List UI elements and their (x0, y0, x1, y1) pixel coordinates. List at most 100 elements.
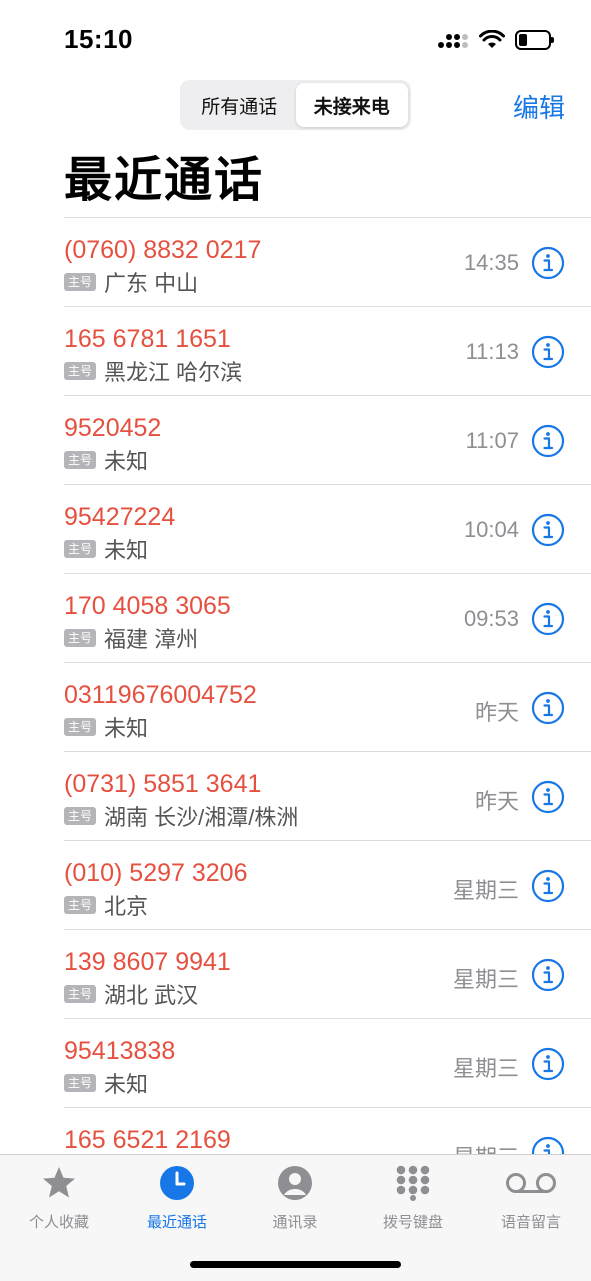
info-icon[interactable] (531, 1136, 565, 1155)
phone-number: 95413838 (64, 1037, 176, 1065)
call-subtitle: 主号 未知 (64, 444, 148, 476)
call-time: 星期三 (452, 878, 519, 903)
segment-missed-calls[interactable]: 未接来电 (295, 83, 408, 127)
phone-number: (010) 5297 3206 (64, 859, 248, 887)
segment-all-calls[interactable]: 所有通话 (183, 83, 296, 127)
battery-icon (515, 30, 554, 50)
tab-label: 最近通话 (146, 1214, 207, 1231)
info-icon[interactable] (531, 1047, 565, 1081)
caller-location: 湖北 武汉 (104, 983, 199, 1008)
primary-line-badge: 主号 (64, 629, 97, 647)
primary-line-badge: 主号 (64, 1074, 97, 1092)
call-row[interactable]: 95427224 主号 未知 10:04 (64, 485, 591, 574)
call-subtitle: 主号 未知 (64, 711, 148, 743)
caller-location: 湖南 长沙/湘潭/株洲 (104, 805, 299, 830)
call-time: 昨天 (474, 700, 519, 725)
call-row[interactable]: 165 6521 2169 主号 星期三 (64, 1108, 591, 1155)
caller-location: 未知 (104, 716, 149, 741)
info-icon[interactable] (531, 602, 565, 636)
call-time: 14:35 (463, 250, 519, 275)
call-row[interactable]: (010) 5297 3206 主号 北京 星期三 (64, 841, 591, 930)
home-indicator (190, 1261, 401, 1268)
call-time: 星期三 (453, 1140, 519, 1155)
call-row[interactable]: (0731) 5851 3641 主号 湖南 长沙/湘潭/株洲 昨天 (64, 752, 591, 841)
info-icon[interactable] (531, 869, 565, 903)
phone-number: 139 8607 9941 (64, 948, 231, 976)
primary-line-badge: 主号 (64, 273, 97, 291)
call-subtitle: 主号 黑龙江 哈尔滨 (64, 355, 242, 387)
call-subtitle: 主号 湖南 长沙/湘潭/株洲 (64, 800, 298, 832)
contacts-icon (278, 1166, 312, 1200)
caller-location: 未知 (104, 1072, 149, 1097)
tab-recents[interactable]: 最近通话 (118, 1155, 236, 1245)
info-icon[interactable] (531, 780, 565, 814)
call-row[interactable]: (0760) 8832 0217 主号 广东 中山 14:35 (64, 218, 591, 307)
call-subtitle: 主号 广东 中山 (64, 266, 198, 298)
primary-line-badge: 主号 (64, 896, 97, 914)
voicemail-icon (506, 1173, 556, 1193)
info-icon[interactable] (531, 513, 565, 547)
tab-label: 语音留言 (500, 1214, 561, 1231)
caller-location: 未知 (104, 449, 149, 474)
phone-number: 03119676004752 (64, 681, 257, 709)
call-filter-segmented-control: 所有通话 未接来电 (180, 80, 411, 130)
primary-line-badge: 主号 (64, 807, 97, 825)
caller-location: 福建 漳州 (104, 627, 199, 652)
recent-calls-list: (0760) 8832 0217 主号 广东 中山 14:35 165 6781… (64, 217, 591, 1155)
primary-line-badge: 主号 (64, 718, 97, 736)
phone-number: (0760) 8832 0217 (64, 236, 262, 264)
primary-line-badge: 主号 (64, 451, 97, 469)
primary-line-badge: 主号 (64, 362, 97, 380)
edit-button[interactable]: 编辑 (513, 88, 565, 125)
call-subtitle: 主号 北京 (64, 889, 148, 921)
caller-location: 广东 中山 (104, 271, 199, 296)
call-subtitle: 主号 未知 (64, 533, 148, 565)
tab-label: 拨号键盘 (382, 1214, 443, 1231)
call-time: 09:53 (463, 606, 519, 631)
star-icon (43, 1167, 75, 1198)
info-icon[interactable] (531, 691, 565, 725)
call-time: 11:13 (465, 339, 519, 364)
phone-number: 170 4058 3065 (64, 592, 231, 620)
call-time: 11:07 (465, 428, 519, 453)
call-time: 10:04 (463, 517, 519, 542)
phone-number: 95427224 (64, 503, 176, 531)
call-time: 星期三 (452, 1056, 519, 1081)
info-icon[interactable] (531, 958, 565, 992)
call-row[interactable]: 139 8607 9941 主号 湖北 武汉 星期三 (64, 930, 591, 1019)
phone-number: 9520452 (64, 414, 162, 442)
tab-label: 个人收藏 (28, 1214, 89, 1231)
info-icon[interactable] (531, 246, 565, 280)
tab-keypad[interactable]: 拨号键盘 (354, 1155, 472, 1245)
status-time: 15:10 (64, 24, 133, 54)
cellular-signal-icon (438, 34, 468, 48)
phone-number: 165 6521 2169 (64, 1126, 231, 1154)
clock-icon (160, 1166, 194, 1200)
status-bar: 15:10 (0, 0, 591, 80)
info-icon[interactable] (531, 424, 565, 458)
tab-label: 通讯录 (272, 1214, 318, 1231)
call-row[interactable]: 03119676004752 主号 未知 昨天 (64, 663, 591, 752)
call-subtitle: 主号 福建 漳州 (64, 622, 198, 654)
info-icon[interactable] (531, 335, 565, 369)
tab-voicemail[interactable]: 语音留言 (472, 1155, 590, 1245)
primary-line-badge: 主号 (64, 985, 97, 1003)
caller-location: 北京 (104, 894, 149, 919)
call-time: 昨天 (474, 789, 519, 814)
tab-contacts[interactable]: 通讯录 (236, 1155, 354, 1245)
call-subtitle: 主号 湖北 武汉 (64, 978, 198, 1010)
call-time: 星期三 (452, 967, 519, 992)
call-row[interactable]: 95413838 主号 未知 星期三 (64, 1019, 591, 1108)
caller-location: 黑龙江 哈尔滨 (104, 360, 243, 385)
tab-favorites[interactable]: 个人收藏 (0, 1155, 118, 1245)
primary-line-badge: 主号 (64, 540, 97, 558)
phone-number: (0731) 5851 3641 (64, 770, 262, 798)
keypad-icon (396, 1165, 430, 1201)
call-row[interactable]: 170 4058 3065 主号 福建 漳州 09:53 (64, 574, 591, 663)
status-icons (437, 26, 554, 54)
phone-number: 165 6781 1651 (64, 325, 231, 353)
call-row[interactable]: 165 6781 1651 主号 黑龙江 哈尔滨 11:13 (64, 307, 591, 396)
call-subtitle: 主号 未知 (64, 1067, 148, 1099)
call-row[interactable]: 9520452 主号 未知 11:07 (64, 396, 591, 485)
page-title: 最近通话 (64, 154, 265, 207)
